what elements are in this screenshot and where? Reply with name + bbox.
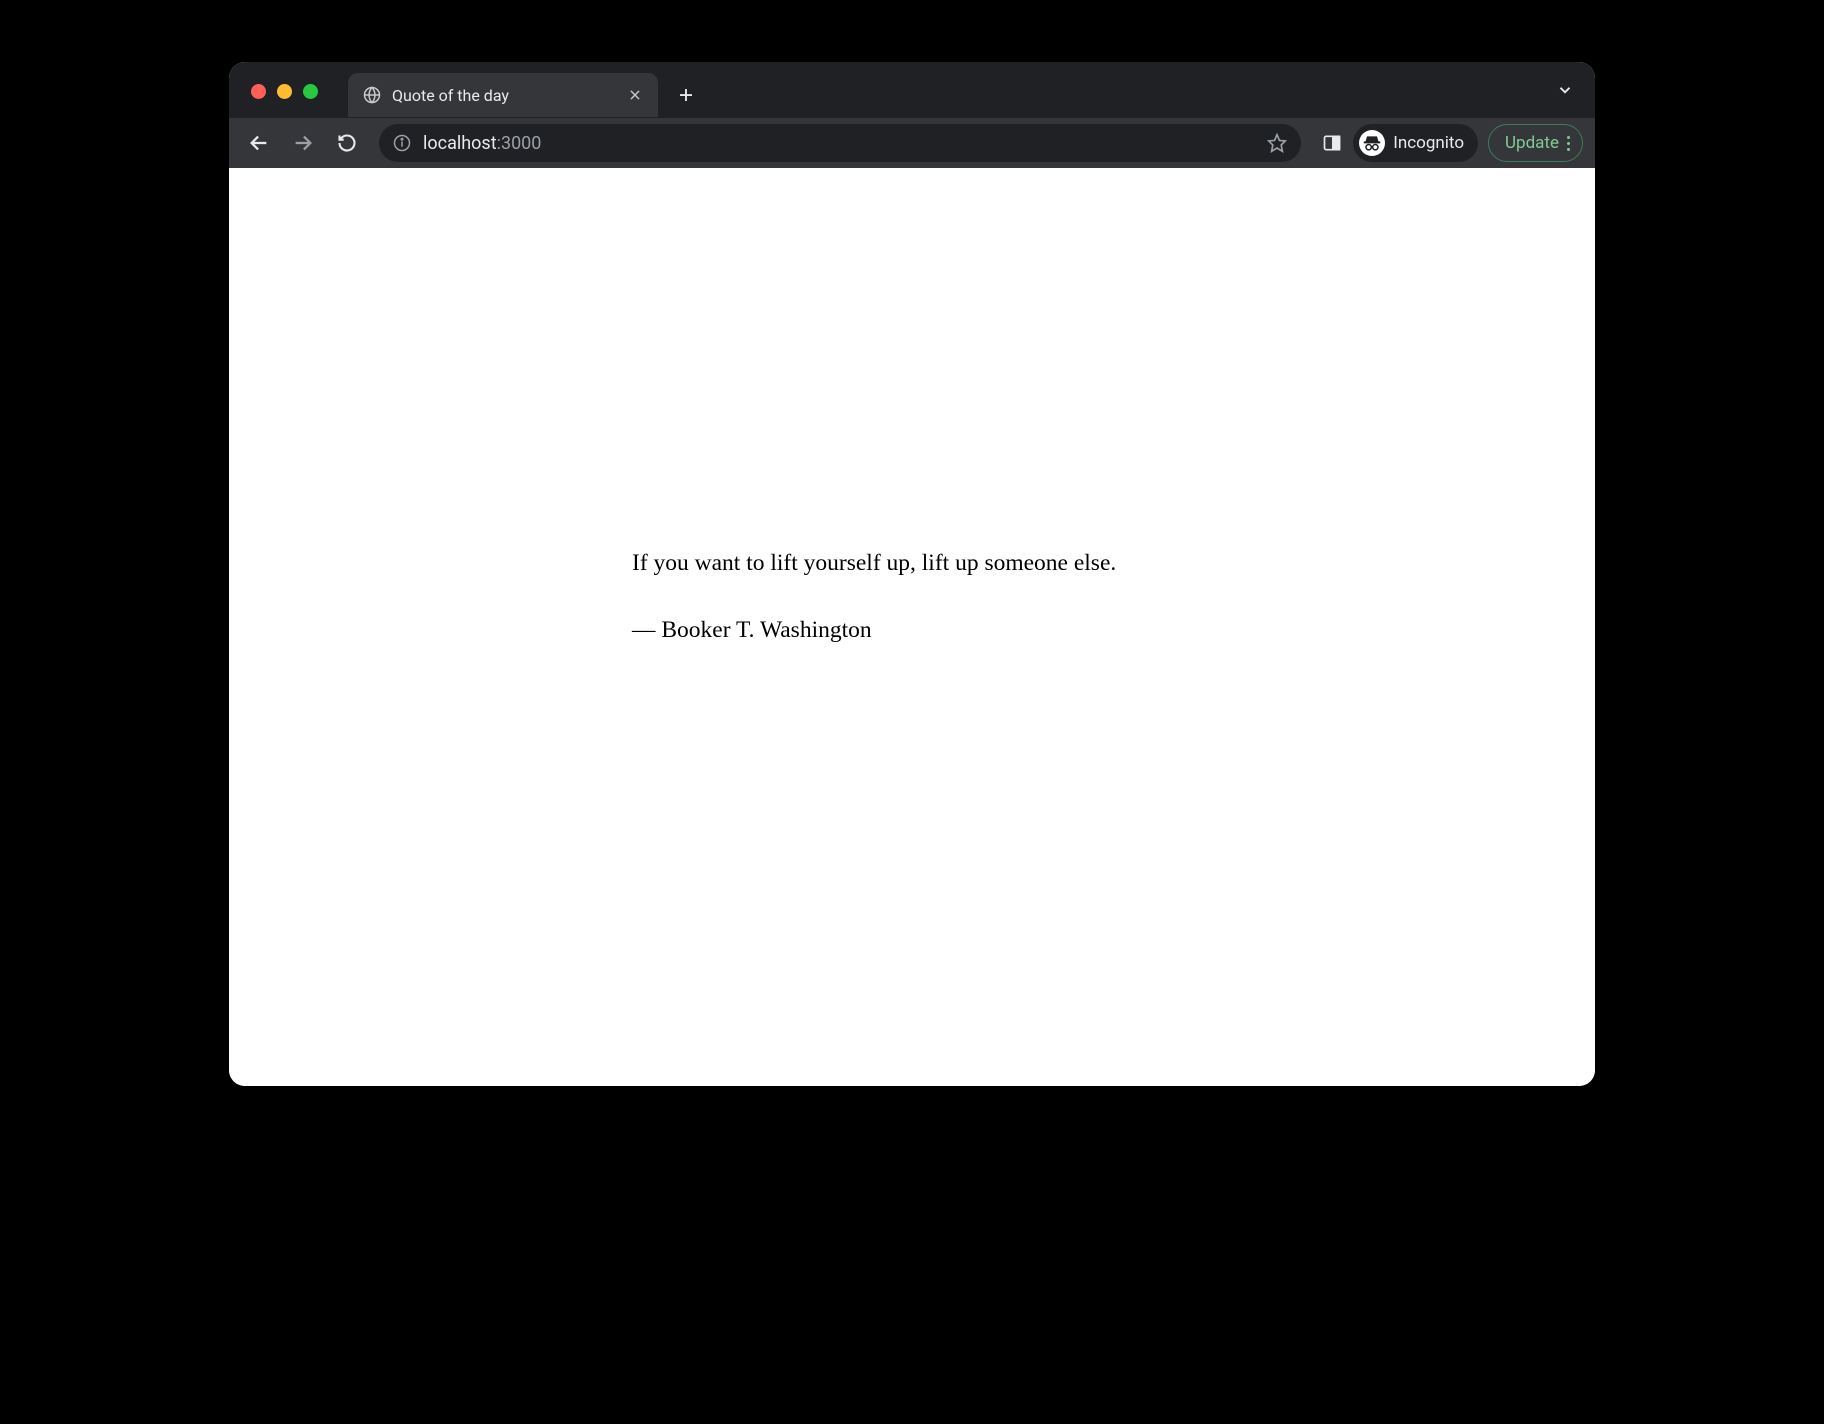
- update-button[interactable]: Update: [1488, 124, 1583, 162]
- url-host: localhost: [423, 133, 497, 154]
- url-port: :3000: [497, 133, 542, 154]
- close-window-button[interactable]: [251, 84, 266, 99]
- bookmark-icon[interactable]: [1267, 133, 1287, 153]
- incognito-icon: [1359, 130, 1385, 156]
- toolbar-right: Incognito Update: [1315, 124, 1583, 162]
- quote-text: If you want to lift yourself up, lift up…: [632, 548, 1192, 579]
- close-tab-icon[interactable]: [626, 86, 644, 104]
- site-info-icon[interactable]: [393, 134, 411, 152]
- quote-block: If you want to lift yourself up, lift up…: [632, 548, 1192, 1086]
- minimize-window-button[interactable]: [277, 84, 292, 99]
- browser-toolbar: localhost:3000: [229, 118, 1595, 168]
- back-button[interactable]: [241, 125, 277, 161]
- kebab-menu-icon[interactable]: [1567, 136, 1570, 151]
- forward-button[interactable]: [285, 125, 321, 161]
- incognito-label: Incognito: [1393, 133, 1464, 153]
- new-tab-button[interactable]: [670, 79, 702, 111]
- browser-window: Quote of the day: [229, 62, 1595, 1086]
- maximize-window-button[interactable]: [303, 84, 318, 99]
- address-bar[interactable]: localhost:3000: [379, 124, 1301, 162]
- url-text: localhost:3000: [423, 133, 1255, 154]
- browser-tab[interactable]: Quote of the day: [348, 73, 658, 117]
- page-content: If you want to lift yourself up, lift up…: [229, 168, 1595, 1086]
- window-controls: [229, 84, 338, 107]
- reload-button[interactable]: [329, 125, 365, 161]
- quote-author: — Booker T. Washington: [632, 615, 1192, 646]
- globe-icon: [362, 85, 382, 105]
- tabs-dropdown-button[interactable]: [1553, 78, 1577, 102]
- tab-title: Quote of the day: [392, 86, 616, 105]
- update-label: Update: [1505, 133, 1559, 153]
- incognito-badge[interactable]: Incognito: [1353, 124, 1478, 162]
- side-panel-icon[interactable]: [1321, 132, 1343, 154]
- tab-bar: Quote of the day: [229, 62, 1595, 118]
